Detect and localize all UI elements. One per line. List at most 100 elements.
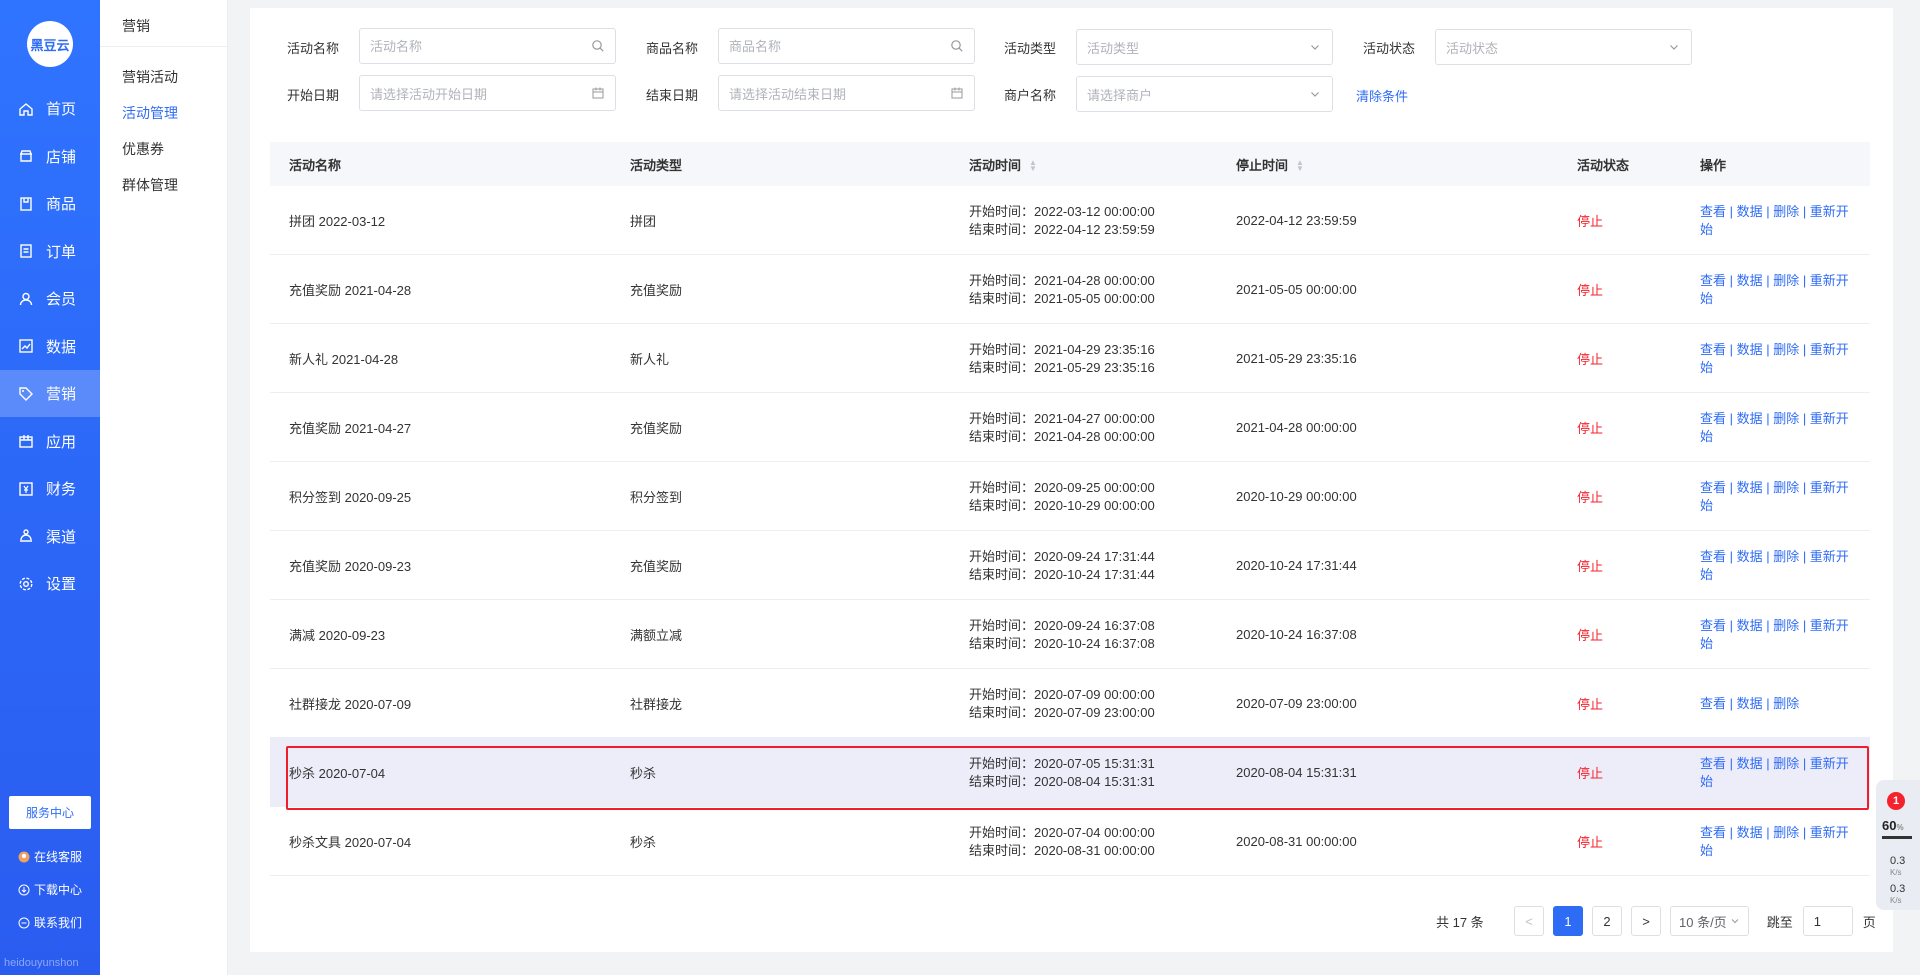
cell-operations: 查看 | 数据 | 删除 | 重新开始 — [1700, 324, 1870, 393]
col-activity-name: 活动名称 — [289, 157, 342, 173]
start-prefix: 开始时间： — [969, 410, 1035, 426]
page-2-button[interactable]: 2 — [1592, 906, 1622, 936]
subnav-item-1[interactable]: 活动管理 — [122, 103, 178, 123]
search-icon[interactable] — [591, 39, 605, 53]
cell-stop-time: 2020-08-31 00:00:00 — [1236, 834, 1357, 849]
nav-item-3[interactable]: 订单 — [0, 228, 100, 275]
start-date-picker[interactable]: 请选择活动开始日期 — [359, 75, 616, 111]
status-badge: 停止 — [1577, 352, 1604, 367]
nav-item-0[interactable]: 首页 — [0, 85, 100, 132]
sort-icon[interactable]: ▲ ▼ — [1296, 159, 1304, 173]
merchant-placeholder: 请选择商户 — [1087, 87, 1153, 103]
service-center-button[interactable]: 服务中心 — [9, 796, 91, 829]
nav-item-9[interactable]: 渠道 — [0, 513, 100, 560]
ops-line1[interactable]: 查看 | 数据 | 删除 | 重新开 — [1700, 618, 1849, 633]
subnav-item-3[interactable]: 群体管理 — [122, 175, 178, 195]
cell-activity-time: 开始时间：2021-04-29 23:35:16 结束时间：2021-05-29 … — [969, 324, 1155, 393]
end-date-picker[interactable]: 请选择活动结束日期 — [718, 75, 975, 111]
download-center-link[interactable]: 下载中心 — [18, 881, 82, 898]
ops-line2[interactable]: 始 — [1700, 429, 1713, 444]
nav-item-8[interactable]: 财务 — [0, 465, 100, 512]
brand-logo[interactable]: 黑豆云 — [27, 21, 73, 67]
end-time: 2021-04-28 00:00:00 — [1034, 428, 1155, 444]
row-operations[interactable]: 查看 | 数据 | 删除 | 重新开始 — [1700, 479, 1870, 515]
next-page-button[interactable]: > — [1631, 906, 1661, 936]
page-1-button[interactable]: 1 — [1553, 906, 1583, 936]
nav-item-4[interactable]: 会员 — [0, 275, 100, 322]
ops-line2[interactable]: 始 — [1700, 222, 1713, 237]
start-time: 2020-07-09 00:00:00 — [1034, 686, 1155, 702]
prev-page-button[interactable]: < — [1514, 906, 1544, 936]
row-operations[interactable]: 查看 | 数据 | 删除 | 重新开始 — [1700, 824, 1870, 860]
contact-us-link[interactable]: 联系我们 — [18, 914, 82, 931]
search-icon[interactable] — [950, 39, 964, 53]
ops-line2[interactable]: 始 — [1700, 636, 1713, 651]
row-operations[interactable]: 查看 | 数据 | 删除 | 重新开始 — [1700, 617, 1870, 653]
ops-line1[interactable]: 查看 | 数据 | 删除 | 重新开 — [1700, 273, 1849, 288]
activity-name-input[interactable] — [370, 38, 570, 54]
subnav-item-2[interactable]: 优惠券 — [122, 139, 164, 159]
product-name-input[interactable] — [729, 38, 929, 54]
col-stop-time[interactable]: 停止时间 ▲ ▼ — [1236, 155, 1304, 174]
col-stop-time-label: 停止时间 — [1236, 157, 1289, 173]
merchant-select[interactable]: 请选择商户 — [1076, 76, 1333, 112]
row-operations[interactable]: 查看 | 数据 | 删除 | 重新开始 — [1700, 203, 1870, 239]
activity-status-label: 活动状态 — [1363, 41, 1416, 56]
chart-icon — [18, 338, 34, 354]
jump-page-input[interactable]: 1 — [1802, 906, 1853, 936]
page-size-select[interactable]: 10 条/页 — [1670, 906, 1749, 936]
nav-item-6[interactable]: 营销 — [0, 370, 100, 417]
ops-line1[interactable]: 查看 | 数据 | 删除 | 重新开 — [1700, 411, 1849, 426]
ops-line1[interactable]: 查看 | 数据 | 删除 | 重新开 — [1700, 342, 1849, 357]
clear-filters-link[interactable]: 清除条件 — [1356, 86, 1408, 105]
memory-percent-unit: % — [1896, 823, 1904, 832]
ops-line1[interactable]: 查看 | 数据 | 删除 | 重新开 — [1700, 756, 1849, 771]
cell-activity-type: 拼团 — [630, 214, 657, 229]
ops-line2[interactable]: 始 — [1700, 291, 1713, 306]
nav-item-label: 店铺 — [46, 148, 77, 166]
ops-line1[interactable]: 查看 | 数据 | 删除 | 重新开 — [1700, 204, 1849, 219]
activity-type-label: 活动类型 — [1004, 41, 1057, 56]
sort-icon[interactable]: ▲ ▼ — [1029, 159, 1037, 173]
ops-line1[interactable]: 查看 | 数据 | 删除 | 重新开 — [1700, 480, 1849, 495]
col-activity-time[interactable]: 活动时间 ▲ ▼ — [969, 155, 1037, 174]
row-operations[interactable]: 查看 | 数据 | 删除 | 重新开始 — [1700, 341, 1870, 377]
row-operations[interactable]: 查看 | 数据 | 删除 | 重新开始 — [1700, 548, 1870, 584]
ops-line2[interactable]: 始 — [1700, 360, 1713, 375]
online-service-link[interactable]: 在线客服 — [18, 848, 82, 865]
ops-line2[interactable]: 始 — [1700, 843, 1713, 858]
chevron-down-icon — [1308, 87, 1322, 101]
row-operations[interactable]: 查看 | 数据 | 删除 | 重新开始 — [1700, 272, 1870, 308]
ops-line1[interactable]: 查看 | 数据 | 删除 | 重新开 — [1700, 825, 1849, 840]
nav-item-7[interactable]: 应用 — [0, 418, 100, 465]
activity-name-input-wrap — [359, 28, 616, 64]
cell-activity-type: 积分签到 — [630, 490, 683, 505]
activity-status-select[interactable]: 活动状态 — [1435, 29, 1692, 65]
nav-item-5[interactable]: 数据 — [0, 323, 100, 370]
row-operations[interactable]: 查看 | 数据 | 删除 | 重新开始 — [1700, 410, 1870, 446]
nav-item-1[interactable]: 店铺 — [0, 133, 100, 180]
cell-operations: 查看 | 数据 | 删除 | 重新开始 — [1700, 393, 1870, 462]
cell-operations: 查看 | 数据 | 删除 | 重新开始 — [1700, 600, 1870, 669]
download-speed-unit: K/s — [1890, 896, 1902, 905]
ops-line2[interactable]: 始 — [1700, 774, 1713, 789]
subnav-item-0[interactable]: 营销活动 — [122, 67, 178, 87]
ops-line2[interactable]: 始 — [1700, 567, 1713, 582]
row-operations[interactable]: 查看 | 数据 | 删除 — [1700, 695, 1870, 713]
start-prefix: 开始时间： — [969, 824, 1035, 840]
start-prefix: 开始时间： — [969, 548, 1035, 564]
nav-item-2[interactable]: 商品 — [0, 180, 100, 227]
nav-item-10[interactable]: 设置 — [0, 560, 100, 607]
merchant-label: 商户名称 — [1004, 88, 1057, 103]
ops-line1[interactable]: 查看 | 数据 | 删除 — [1700, 696, 1799, 711]
table-row: 秒杀文具 2020-07-04 秒杀 开始时间：2020-07-04 00:00:0… — [270, 807, 1870, 876]
app-icon — [18, 433, 34, 449]
jump-label: 跳至 — [1766, 914, 1793, 930]
ops-line1[interactable]: 查看 | 数据 | 删除 | 重新开 — [1700, 549, 1849, 564]
nav-item-label: 财务 — [46, 481, 77, 498]
page-suffix: 页 — [1862, 914, 1876, 930]
ops-line2[interactable]: 始 — [1700, 498, 1713, 513]
network-monitor-widget[interactable]: 1 60% 0.3 K/s 0.3 K/s — [1876, 780, 1920, 910]
activity-type-select[interactable]: 活动类型 — [1076, 29, 1333, 65]
row-operations[interactable]: 查看 | 数据 | 删除 | 重新开始 — [1700, 755, 1870, 791]
